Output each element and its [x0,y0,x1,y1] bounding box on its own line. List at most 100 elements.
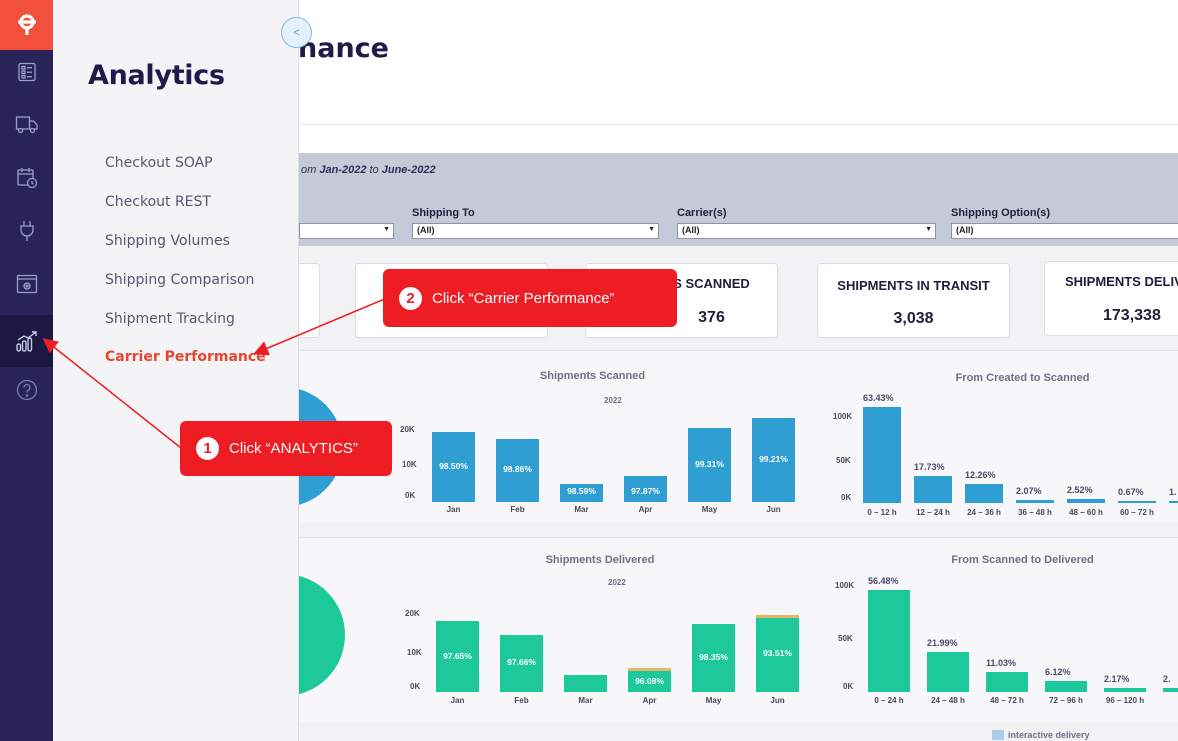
bar-label: 99.31% [695,458,724,469]
x-tick: May [705,696,722,705]
bar-label: 0.67% [1118,487,1144,497]
chevron-down-icon: ▼ [648,226,655,233]
x-tick: 0 – 12 h [867,508,897,517]
chart-bar[interactable] [1118,501,1156,503]
x-tick: 0 – 24 h [874,696,904,705]
menu-item-carrier-performance[interactable]: Carrier Performance [105,349,266,365]
bar-label: 2.17% [1104,674,1130,685]
x-tick: > [1153,696,1178,705]
bar-label: 93.51% [763,647,792,658]
bar-label: 2. [1163,674,1171,685]
menu-item-checkout-rest[interactable]: Checkout REST [105,194,211,210]
x-tick: Apr [642,696,657,705]
chart-bar[interactable] [1169,501,1178,503]
legend-swatch [992,730,1004,740]
kpi-value: 173,338 [1103,307,1161,324]
page-title: nance [298,33,389,64]
x-tick: May [701,505,718,514]
chart-bar[interactable] [868,590,910,692]
filter-select-origin[interactable]: ▼ [299,223,394,239]
kpi-label: SHIPMENTS IN TRANSIT [837,278,990,293]
chart-bar[interactable] [927,652,969,692]
chart-title: From Created to Scanned [955,372,1090,384]
menu-item-checkout-soap[interactable]: Checkout SOAP [105,155,213,171]
filter-select-shipping-options[interactable]: (All) [951,223,1178,239]
chart-title: Shipments Scanned [539,370,646,382]
truck-icon[interactable] [0,99,53,151]
bar-label: 17.73% [914,462,945,473]
callout-text: Click “ANALYTICS” [229,440,358,457]
filter-label-carriers: Carrier(s) [677,207,727,219]
kpi-card-in-transit: SHIPMENTS IN TRANSIT 3,038 [817,263,1010,338]
bar-label: 98.35% [699,652,728,663]
flyout-title: Analytics [88,60,225,91]
calendar-clock-icon[interactable] [0,152,53,204]
chart-subtitle: 2022 [608,578,626,587]
callout-step-2: 2 Click “Carrier Performance” [383,269,677,327]
collapse-menu-button[interactable]: < [281,17,312,48]
y-tick: 10K [407,648,422,657]
x-tick: 24 – 48 h [931,696,965,705]
bar-label: 96.08% [635,676,664,686]
x-tick: Feb [514,696,529,705]
dashboard-icon[interactable] [0,46,53,98]
callout-step-1: 1 Click “ANALYTICS” [180,421,392,476]
x-tick: Mar [578,696,593,705]
chart-bar[interactable] [1016,499,1054,503]
chart-bar[interactable] [965,484,1003,503]
x-tick: Jun [766,505,781,514]
chevron-down-icon: ▼ [383,226,390,233]
bar-label: 97.66% [507,657,536,668]
bar-label: 11.03% [986,658,1017,669]
help-icon[interactable] [0,364,53,416]
bar-label: 12.26% [965,470,996,481]
chart-bar[interactable] [1045,680,1087,692]
bar-label: 98.59% [567,486,596,496]
x-tick: 60 – 72 h [1120,508,1154,517]
menu-item-shipping-comparison[interactable]: Shipping Comparison [105,272,254,288]
bar-label: 97.65% [443,650,472,661]
date-range-text: om Jan-2022 to June-2022 [301,164,436,176]
x-tick: 96 – 120 h [1105,696,1145,705]
analytics-icon[interactable] [0,315,53,367]
y-tick: 10K [402,460,417,469]
chevron-down-icon: ▼ [925,226,932,233]
y-tick: 0K [410,682,421,691]
bar-label: 97.87% [631,486,660,496]
x-tick: > [1159,508,1178,517]
chart-bar[interactable] [1163,688,1178,692]
bar-label: 2.07% [1016,485,1042,496]
bar-label: 98.86% [503,464,532,475]
x-tick: 24 – 36 h [967,508,1001,517]
x-tick: 12 – 24 h [916,508,950,517]
menu-item-shipment-tracking[interactable]: Shipment Tracking [105,311,235,327]
filter-select-carriers[interactable]: (All) ▼ [677,223,936,239]
step-number: 1 [196,437,219,460]
callout-text: Click “Carrier Performance” [432,289,615,307]
bar-label: 99.21% [759,453,788,464]
x-tick: Feb [510,505,525,514]
y-tick: 20K [405,609,420,618]
x-tick: 72 – 96 h [1049,696,1083,705]
settings-window-icon[interactable] [0,258,53,310]
bar-label: 63.43% [863,393,894,403]
x-tick: Jun [770,696,785,705]
x-tick: Apr [638,505,653,514]
chart-bar[interactable] [986,672,1028,692]
logo-icon[interactable] [0,0,53,50]
filter-select-shipping-to[interactable]: (All) ▼ [412,223,659,239]
kpi-value: 3,038 [893,310,934,327]
chart-bar[interactable] [863,407,901,503]
chart-bar[interactable] [914,476,952,503]
chart-bar[interactable] [564,675,607,692]
y-tick: 0K [405,491,416,500]
plug-icon[interactable] [0,205,53,257]
menu-item-shipping-volumes[interactable]: Shipping Volumes [105,233,230,249]
x-tick: Jan [446,505,461,514]
chart-bar[interactable] [1067,499,1105,503]
x-tick: 48 – 60 h [1069,508,1103,517]
chart-bar[interactable] [1104,688,1146,692]
step-number: 2 [399,286,422,310]
chart-subtitle: 2022 [604,396,622,405]
kpi-label: SHIPMENTS DELIVE [1065,274,1178,289]
